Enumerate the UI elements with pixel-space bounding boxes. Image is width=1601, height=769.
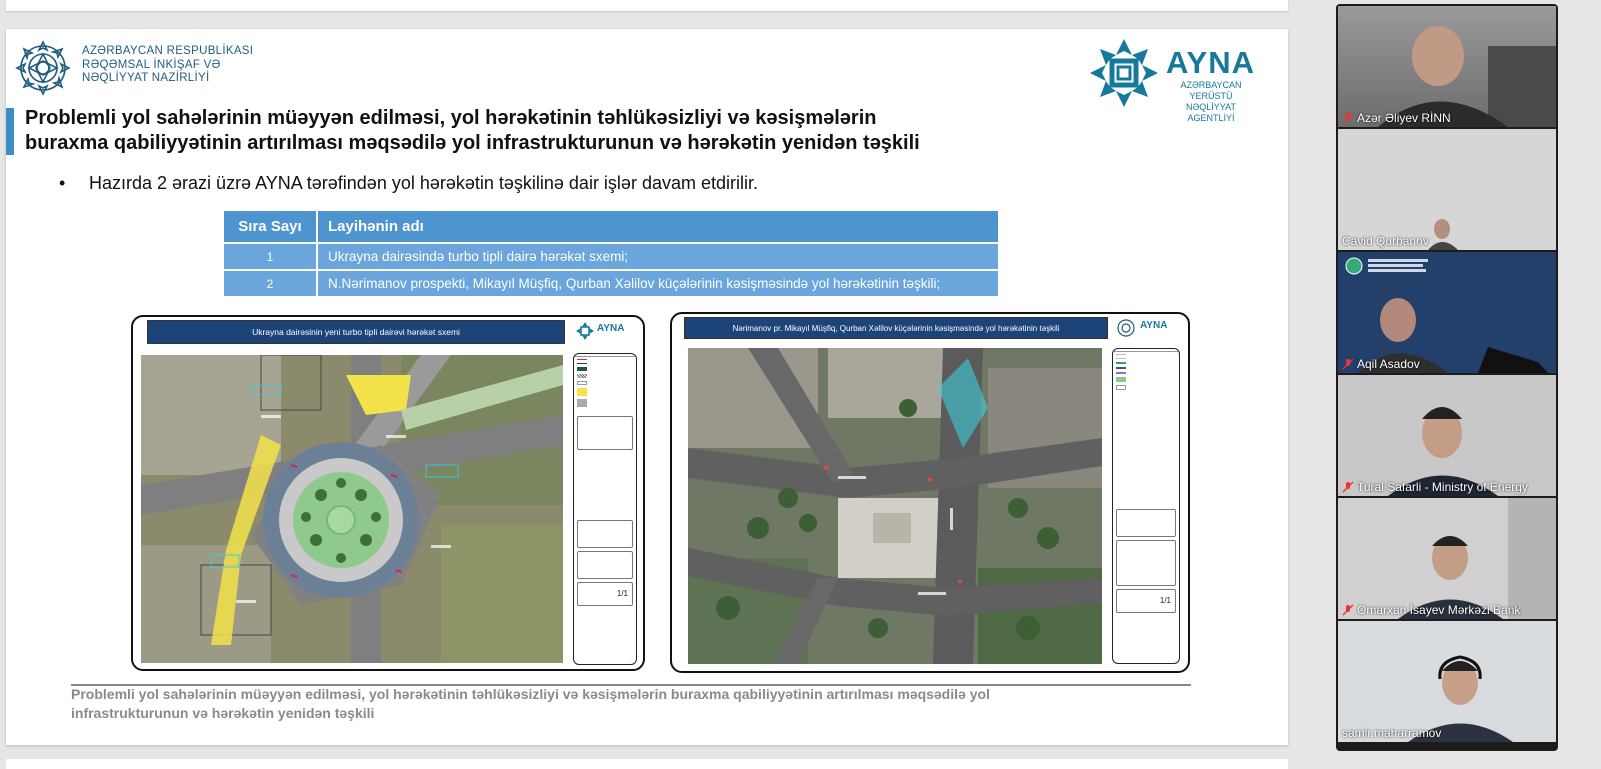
legend-stamp-box [577, 520, 633, 548]
row-project-name: Ukrayna dairəsində turbo tipli dairə hər… [316, 242, 1000, 271]
participant-name: Omarxan İsayev Mərkəzi Bank [1357, 603, 1521, 617]
table-header-row: Sıra Sayı Layihənin adı [222, 209, 1000, 244]
roundabout-aerial-map [141, 355, 563, 663]
bullet-dot: • [59, 173, 66, 193]
legend-item [1113, 383, 1179, 391]
ayna-small-logo-text: AYNA [597, 323, 625, 334]
participant-label: Azər Əliyev RİNN [1342, 111, 1451, 125]
slide-title-line-1: Problemli yol sahələrinin müəyyən edilmə… [25, 107, 877, 129]
ministry-line-3: NƏQLİYYAT NAZİRLİYİ [82, 72, 210, 84]
slide-title: Problemli yol sahələrinin müəyyən edilmə… [25, 106, 1065, 156]
intersection-map-legend: 1/1 [1112, 348, 1180, 664]
legend-item [1113, 375, 1179, 383]
mic-muted-icon [1342, 604, 1354, 616]
legend-item [574, 397, 636, 408]
legend-item [574, 372, 636, 379]
ministry-name: AZƏRBAYCAN RESPUBLİKASI RƏQƏMSAL İNKİŞAF… [82, 45, 253, 86]
ayna-mark-icon [1090, 39, 1158, 107]
ayna-subtitle: AZƏRBAYCAN YERÜSTÜ NƏQLİYYAT AGENTLİYİ [1166, 80, 1256, 124]
table-row: 1 Ukrayna dairəsində turbo tipli dairə h… [222, 242, 1000, 271]
participant-label: Omarxan İsayev Mərkəzi Bank [1342, 603, 1520, 617]
ayna-name: AYNA [1166, 45, 1255, 80]
participant-tile[interactable]: Cavid Qurbanov [1338, 129, 1556, 250]
slide-footer-line-2: infrastrukturunun və hərəkətin yenidən t… [71, 705, 375, 721]
ayna-small-logo-icon [576, 322, 594, 340]
participant-tile[interactable]: Aqil Asadov [1338, 252, 1556, 373]
legend-item [574, 379, 636, 386]
column-header-project: Layihənin adı [316, 209, 1000, 244]
ministry-line-2: RƏQƏMSAL İNKİŞAF VƏ [82, 58, 221, 71]
participant-video [1338, 621, 1556, 742]
slide-footer: Problemli yol sahələrinin müəyyən edilmə… [71, 685, 1111, 723]
legend-note-box [577, 551, 633, 579]
row-number: 2 [222, 269, 318, 298]
slide-title-line-2: buraxma qabiliyyətinin artırılması məqsə… [25, 132, 920, 154]
roundabout-map-title: Ukrayna dairəsinin yeni turbo tipli dair… [147, 320, 565, 344]
roundabout-map-legend: 1/1 [573, 353, 637, 665]
roundabout-map-panel: Ukrayna dairəsinin yeni turbo tipli dair… [131, 315, 645, 671]
participant-video [1338, 498, 1556, 619]
mic-muted-icon [1342, 481, 1354, 493]
ayna-logo: AYNA AZƏRBAYCAN YERÜSTÜ NƏQLİYYAT AGENTL… [1088, 37, 1264, 123]
participant-name: Aqil Asadov [1357, 357, 1420, 371]
ayna-subtitle-line-1: AZƏRBAYCAN YERÜSTÜ [1180, 80, 1242, 101]
legend-item [574, 365, 636, 372]
slide-footer-line-1: Problemli yol sahələrinin müəyyən edilmə… [71, 686, 990, 702]
next-slide-edge[interactable] [6, 759, 1288, 769]
column-header-order: Sıra Sayı [222, 209, 318, 244]
participant-video [1338, 129, 1556, 250]
legend-stamp-box [1116, 509, 1176, 537]
participant-label: Tural Safarli - Ministry of Energy [1342, 480, 1528, 494]
intersection-map-page: 1/1 [1116, 589, 1176, 613]
mic-muted-icon [1342, 358, 1354, 370]
legend-item [574, 386, 636, 397]
row-number: 1 [222, 242, 318, 271]
participant-tile[interactable]: Tural Safarli - Ministry of Energy [1338, 375, 1556, 496]
ayna-small-logo-text: AYNA [1140, 320, 1168, 331]
row-project-name: N.Nərimanov prospekti, Mikayıl Müşfiq, Q… [316, 269, 1000, 298]
participant-video [1378, 26, 1556, 127]
projects-table: Sıra Sayı Layihənin adı 1 Ukrayna dairəs… [222, 209, 1000, 298]
participants-panel: Azər Əliyev RİNN Cavid Qurbanov Aqil Asa… [1336, 4, 1558, 751]
participant-label: Cavid Qurbanov [1342, 234, 1429, 248]
participant-label: samir.maharramov [1342, 726, 1441, 740]
participant-tile[interactable]: Azər Əliyev RİNN [1338, 6, 1556, 127]
intersection-map-panel: Nərimanov pr. Mikayıl Müşfiq, Qurban Xəl… [670, 312, 1190, 673]
table-row: 2 N.Nərimanov prospekti, Mikayıl Müşfiq,… [222, 269, 1000, 298]
participant-tile[interactable]: Omarxan İsayev Mərkəzi Bank [1338, 498, 1556, 619]
participant-label: Aqil Asadov [1342, 357, 1420, 371]
participant-video [1338, 252, 1556, 373]
participant-video [1338, 375, 1556, 496]
intersection-aerial-map [688, 348, 1102, 664]
presentation-slide: AZƏRBAYCAN RESPUBLİKASI RƏQƏMSAL İNKİŞAF… [6, 29, 1288, 745]
previous-slide-edge[interactable] [6, 0, 1288, 11]
roundabout-map-page: 1/1 [577, 582, 633, 606]
participant-tile-active-speaker[interactable]: samir.maharramov [1338, 621, 1556, 742]
legend-elements-box [577, 416, 633, 450]
ministry-line-1: AZƏRBAYCAN RESPUBLİKASI [82, 45, 254, 57]
intersection-map-title: Nərimanov pr. Mikayıl Müşfiq, Qurban Xəl… [684, 317, 1108, 339]
participant-name: samir.maharramov [1342, 726, 1442, 740]
bullet-point: • Hazırda 2 ərazi üzrə AYNA tərəfindən yo… [59, 173, 758, 194]
legend-note-box [1116, 540, 1176, 586]
participant-name: Tural Safarli - Ministry of Energy [1357, 480, 1528, 494]
ministry-emblem-icon [15, 40, 71, 96]
ayna-subtitle-line-2: NƏQLİYYAT AGENTLİYİ [1186, 102, 1236, 123]
ministry-small-logo-icon [1117, 319, 1135, 337]
participant-name: Azər Əliyev RİNN [1357, 111, 1451, 125]
participant-name: Cavid Qurbanov [1342, 234, 1429, 248]
bullet-text: Hazırda 2 ərazi üzrə AYNA tərəfindən yol… [89, 173, 758, 193]
mic-muted-icon [1342, 112, 1354, 124]
title-accent-bar [6, 108, 14, 155]
